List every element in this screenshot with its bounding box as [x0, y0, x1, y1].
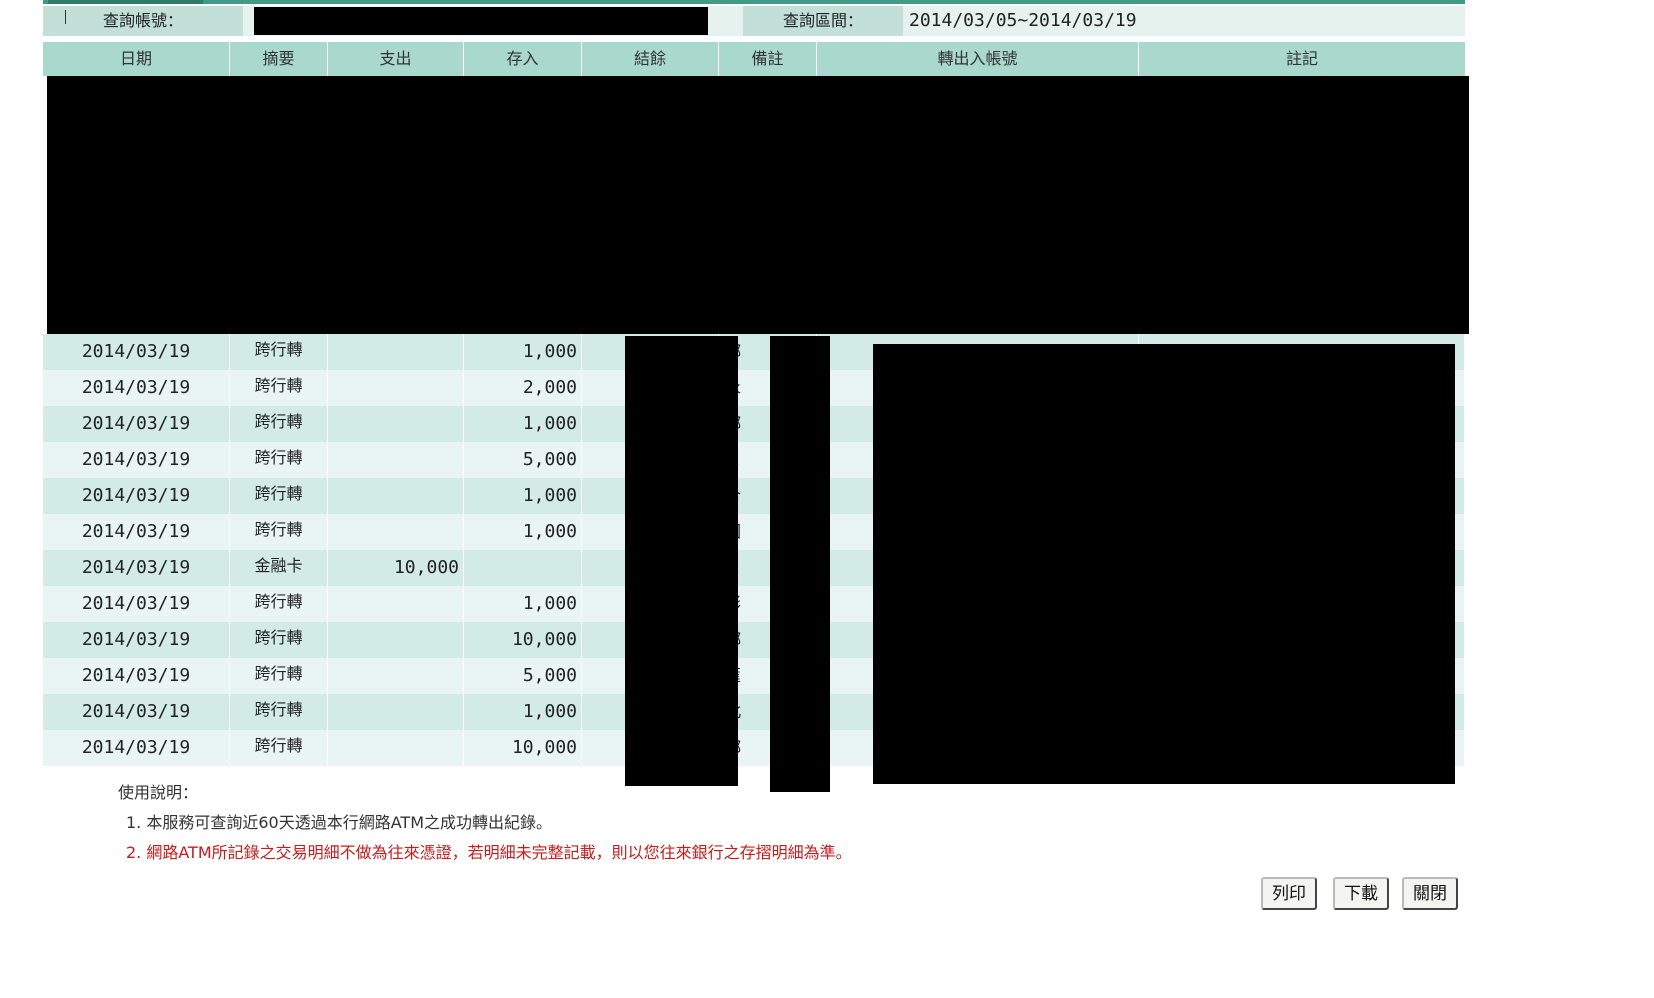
cell-summary: 跨行轉 — [230, 442, 328, 478]
cell-withdrawal — [328, 478, 464, 514]
cell-date: 2014/03/19 — [43, 730, 230, 766]
close-button[interactable]: 關閉 — [1402, 877, 1458, 910]
cell-withdrawal — [328, 730, 464, 766]
cell-summary: 跨行轉 — [230, 586, 328, 622]
cell-summary: 跨行轉 — [230, 694, 328, 730]
cell-deposit: 10,000 — [464, 730, 582, 766]
cell-date: 2014/03/19 — [43, 478, 230, 514]
redacted-rows-block — [47, 76, 1469, 334]
redacted-account-memo-block — [873, 344, 1455, 784]
header-deposit: 存入 — [464, 42, 582, 76]
range-label: 查詢區間： — [743, 6, 903, 36]
cell-withdrawal — [328, 694, 464, 730]
cell-deposit: 1,000 — [464, 514, 582, 550]
header-transfer-account: 轉出入帳號 — [817, 42, 1139, 76]
redacted-balance-column — [625, 336, 738, 786]
usage-notes-title: 使用說明： — [118, 783, 199, 802]
cell-summary: 跨行轉 — [230, 478, 328, 514]
usage-note-2-warning: 2. 網路ATM所記錄之交易明細不做為往來憑證，若明細未完整記載，則以您往來銀行… — [126, 843, 852, 862]
cell-withdrawal — [328, 514, 464, 550]
redacted-remark-column — [770, 336, 830, 792]
cell-withdrawal — [328, 442, 464, 478]
cell-withdrawal: 10,000 — [328, 550, 464, 586]
cell-deposit: 5,000 — [464, 442, 582, 478]
cell-date: 2014/03/19 — [43, 442, 230, 478]
cell-deposit: 2,000 — [464, 370, 582, 406]
cell-date: 2014/03/19 — [43, 550, 230, 586]
cell-withdrawal — [328, 586, 464, 622]
header-balance: 結餘 — [582, 42, 719, 76]
cell-date: 2014/03/19 — [43, 658, 230, 694]
top-accent-bar — [43, 0, 1465, 4]
cell-date: 2014/03/19 — [43, 622, 230, 658]
cell-withdrawal — [328, 622, 464, 658]
cell-summary: 跨行轉 — [230, 658, 328, 694]
range-value: 2014/03/05~2014/03/19 — [909, 10, 1137, 31]
cell-deposit: 10,000 — [464, 622, 582, 658]
header-remark: 備註 — [719, 42, 817, 76]
cell-withdrawal — [328, 658, 464, 694]
text-cursor-marker — [65, 10, 66, 24]
download-button[interactable]: 下載 — [1333, 877, 1389, 910]
cell-date: 2014/03/19 — [43, 406, 230, 442]
cell-deposit: 1,000 — [464, 586, 582, 622]
top-accent-tab — [48, 0, 203, 4]
cell-deposit: 1,000 — [464, 334, 582, 370]
cell-deposit: 1,000 — [464, 478, 582, 514]
cell-date: 2014/03/19 — [43, 586, 230, 622]
cell-deposit: 5,000 — [464, 658, 582, 694]
cell-date: 2014/03/19 — [43, 370, 230, 406]
cell-summary: 跨行轉 — [230, 514, 328, 550]
header-summary: 摘要 — [230, 42, 328, 76]
usage-notes: 使用說明： 1. 本服務可查詢近60天透過本行網路ATM之成功轉出紀錄。 2. … — [118, 778, 852, 868]
cell-summary: 跨行轉 — [230, 334, 328, 370]
query-info-row: 查詢帳號： 查詢區間： 2014/03/05~2014/03/19 — [43, 6, 1465, 36]
cell-deposit — [464, 550, 582, 586]
header-memo: 註記 — [1285, 49, 1318, 68]
cell-date: 2014/03/19 — [43, 334, 230, 370]
account-label: 查詢帳號： — [43, 6, 243, 36]
cell-summary: 跨行轉 — [230, 730, 328, 766]
cell-summary: 跨行轉 — [230, 406, 328, 442]
print-button[interactable]: 列印 — [1261, 877, 1317, 910]
header-date: 日期 — [43, 42, 230, 76]
cell-summary: 金融卡 — [230, 550, 328, 586]
cell-withdrawal — [328, 370, 464, 406]
table-header: 日期 摘要 支出 存入 結餘 備註 轉出入帳號 註記 — [43, 42, 1465, 76]
cell-date: 2014/03/19 — [43, 514, 230, 550]
cell-date: 2014/03/19 — [43, 694, 230, 730]
cell-deposit: 1,000 — [464, 694, 582, 730]
cell-withdrawal — [328, 334, 464, 370]
cell-summary: 跨行轉 — [230, 622, 328, 658]
account-value-redacted — [254, 7, 708, 35]
cell-summary: 跨行轉 — [230, 370, 328, 406]
header-withdrawal: 支出 — [328, 42, 464, 76]
cell-withdrawal — [328, 406, 464, 442]
usage-note-1: 1. 本服務可查詢近60天透過本行網路ATM之成功轉出紀錄。 — [126, 813, 552, 832]
cell-deposit: 1,000 — [464, 406, 582, 442]
